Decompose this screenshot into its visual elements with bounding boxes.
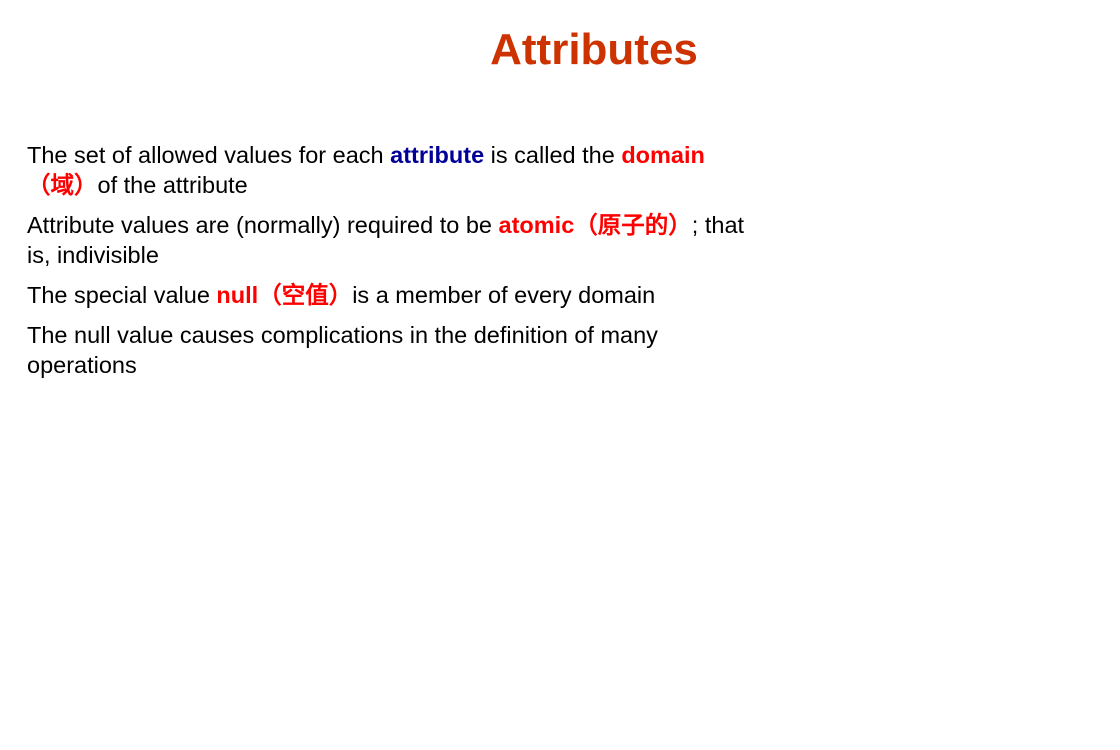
bullet-text: The set of allowed values for each bbox=[27, 142, 391, 168]
bullet-complications: The null value causes complications in t… bbox=[27, 320, 767, 380]
bullet-text: of the attribute bbox=[97, 172, 248, 198]
bullet-null: The special value null（空值）is a member of… bbox=[27, 280, 767, 310]
keyword-null: null（空值） bbox=[216, 282, 353, 308]
bullet-text: is called the bbox=[484, 142, 622, 168]
bullet-domain: The set of allowed values for each attri… bbox=[27, 140, 767, 200]
keyword-domain: domain bbox=[621, 142, 705, 168]
bullet-atomic: Attribute values are (normally) required… bbox=[27, 210, 767, 270]
bullet-text: The special value bbox=[27, 282, 217, 308]
keyword-atomic: atomic（原子的） bbox=[498, 212, 692, 238]
bullet-list: The set of allowed values for each attri… bbox=[27, 140, 767, 390]
slide-title: Attributes bbox=[490, 25, 698, 74]
keyword-domain-chinese: （域） bbox=[27, 172, 98, 198]
bullet-text: Attribute values are (normally) required… bbox=[27, 212, 499, 238]
keyword-attribute: attribute bbox=[390, 142, 485, 168]
bullet-text: is a member of every domain bbox=[352, 282, 656, 308]
bullet-text: The null value causes complications in t… bbox=[27, 322, 658, 378]
